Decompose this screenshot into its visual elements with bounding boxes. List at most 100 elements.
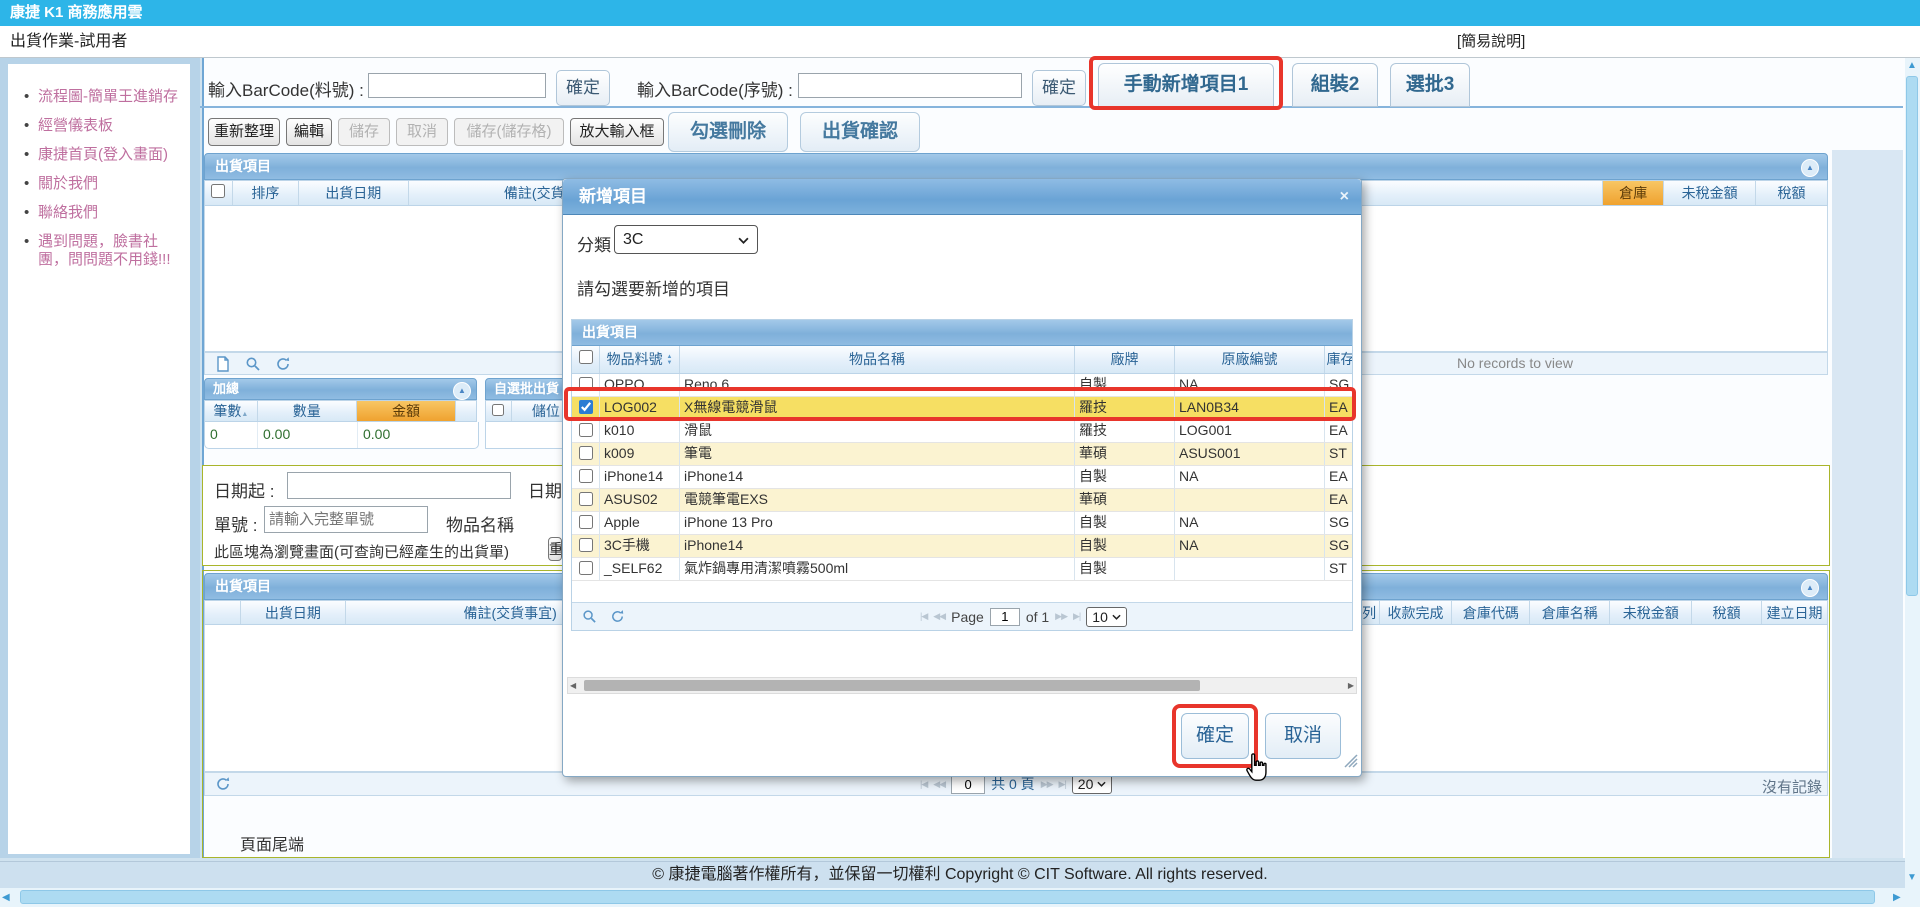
next-page-icon[interactable]: ▶▶ [1055, 611, 1067, 622]
modal-grid-row[interactable]: _SELF62氣炸鍋專用清潔噴霧500ml自製ST [572, 558, 1352, 581]
date-from-input[interactable] [287, 472, 511, 499]
row-checkbox[interactable] [579, 446, 593, 460]
barcode-serial-confirm-button[interactable]: 確定 [1032, 70, 1086, 106]
first-page-icon[interactable]: |◀ [920, 611, 927, 622]
scroll-left-icon[interactable]: ◀ [570, 681, 576, 690]
sidebar-item[interactable]: 聯絡我們 [22, 204, 184, 222]
grid1-col-shipdate[interactable]: 出貨日期 [299, 181, 409, 205]
sum-col-qty[interactable]: 數量 [258, 401, 357, 421]
ship-confirm-tab[interactable]: 出貨確認 [800, 112, 920, 152]
prev-page-icon[interactable]: ◀◀ [933, 779, 945, 790]
tab-assemble[interactable]: 組裝2 [1292, 63, 1378, 107]
sidebar-item[interactable]: 遇到問題，臉書社團，問問題不用錢!!! [22, 233, 184, 269]
first-page-icon[interactable]: |◀ [920, 779, 927, 790]
order-no-input[interactable] [264, 506, 428, 533]
reload-icon[interactable] [610, 609, 626, 625]
sidebar-item[interactable]: 經營儀表板 [22, 117, 184, 135]
grid2-pagesize-select[interactable]: 20 [1072, 774, 1113, 794]
scroll-left-icon[interactable]: ◀ [2, 892, 10, 903]
reload-icon[interactable] [275, 356, 291, 372]
sidebar-item[interactable]: 關於我們 [22, 175, 184, 193]
search-icon[interactable] [245, 356, 261, 372]
modal-grid-row[interactable]: 3C手機iPhone14自製NASG [572, 535, 1352, 558]
sum-panel-collapse-icon[interactable]: ▲ [453, 382, 471, 400]
sort-icon[interactable]: ▲▼ [666, 354, 672, 366]
date-to-label: 日期 [528, 477, 562, 502]
last-page-icon[interactable]: ▶| [1073, 611, 1080, 622]
grid1-col-warehouse[interactable]: 倉庫 [1603, 181, 1664, 205]
modal-grid-row[interactable]: ASUS02電競筆電EXS華碩EA [572, 489, 1352, 512]
modal-grid-row[interactable]: AppleiPhone 13 Pro自製NASG [572, 512, 1352, 535]
grid2-col-tax[interactable]: 稅額 [1692, 601, 1762, 624]
modal-col-code[interactable]: 物品料號 ▲▼ [600, 346, 680, 373]
next-page-icon[interactable]: ▶▶ [1041, 779, 1053, 790]
grid2-col-whcode[interactable]: 倉庫代碼 [1452, 601, 1530, 624]
modal-page-input[interactable] [990, 608, 1020, 626]
row-checkbox[interactable] [579, 561, 593, 575]
barcode-item-confirm-button[interactable]: 確定 [556, 70, 610, 106]
enlarge-input-button[interactable]: 放大輸入框 [570, 118, 664, 146]
prev-page-icon[interactable]: ◀◀ [933, 611, 945, 622]
modal-grid-row[interactable]: k009筆電華碩ASUS001ST [572, 443, 1352, 466]
grid1-col-sort[interactable]: 排序 [233, 181, 299, 205]
modal-col-name[interactable]: 物品名稱 [680, 346, 1075, 373]
modal-pagesize-select[interactable]: 10 [1086, 607, 1127, 627]
vertical-scrollbar[interactable]: ▲ ▼ [1905, 58, 1920, 888]
grid2-col-created[interactable]: 建立日期 [1762, 601, 1827, 624]
reload-icon[interactable] [215, 776, 231, 792]
search-icon[interactable] [582, 609, 598, 625]
tab-pick-batch[interactable]: 選批3 [1390, 63, 1470, 107]
grid1-col-tax[interactable]: 稅額 [1756, 181, 1827, 205]
resize-grip-icon[interactable] [1344, 754, 1358, 773]
close-icon[interactable]: × [1340, 179, 1349, 214]
row-checkbox[interactable] [579, 538, 593, 552]
grid2-page-input[interactable] [951, 775, 985, 794]
modal-horizontal-scrollbar[interactable]: ◀ ▶ [567, 677, 1357, 694]
grid2-col-whname[interactable]: 倉庫名稱 [1530, 601, 1610, 624]
modal-col-unit[interactable]: 庫存單位 [1325, 346, 1353, 373]
horizontal-scrollbar-thumb[interactable] [20, 890, 1875, 904]
refresh-button[interactable]: 重新整理 [208, 118, 280, 146]
barcode-serial-input[interactable] [798, 73, 1022, 98]
grid2-col-untaxed[interactable]: 未稅金額 [1610, 601, 1692, 624]
scroll-right-icon[interactable]: ▶ [1348, 681, 1354, 690]
modal-col-brand[interactable]: 廠牌 [1075, 346, 1175, 373]
row-checkbox[interactable] [579, 515, 593, 529]
browse-refresh-button-clipped[interactable]: 重 [548, 537, 562, 561]
grid1-collapse-icon[interactable]: ▲ [1801, 159, 1819, 177]
sum-col-count[interactable]: 筆數▲ [205, 401, 258, 421]
last-page-icon[interactable]: ▶| [1059, 779, 1066, 790]
grid2-col-payment[interactable]: 收款完成 [1380, 601, 1453, 624]
modal-grid-row[interactable]: iPhone14iPhone14自製NAEA [572, 466, 1352, 489]
grid1-col-untaxed[interactable]: 未稅金額 [1664, 181, 1756, 205]
horizontal-scrollbar[interactable]: ◀ ▶ [0, 888, 1920, 907]
help-link[interactable]: [簡易說明] [1457, 26, 1525, 57]
vertical-scrollbar-thumb[interactable] [1906, 76, 1918, 596]
row-checkbox[interactable] [579, 492, 593, 506]
category-select[interactable]: 3C [614, 225, 758, 254]
grid2-col-clipped[interactable]: 列 [1360, 601, 1380, 624]
sidebar-item[interactable]: 流程圖-簡單王進銷存 [22, 88, 184, 106]
grid2-col-shipdate[interactable]: 出貨日期 [241, 601, 346, 624]
modal-col-oem[interactable]: 原廠編號 [1175, 346, 1325, 373]
sum-col-amount[interactable]: 金額 [357, 401, 456, 421]
modal-scrollbar-thumb[interactable] [584, 680, 1200, 691]
dialog-titlebar[interactable]: 新增項目 × [563, 179, 1361, 215]
scroll-up-icon[interactable]: ▲ [1907, 60, 1917, 71]
modal-grid-row[interactable]: k010滑鼠羅技LOG001EA [572, 420, 1352, 443]
modal-selectall-checkbox[interactable] [579, 350, 593, 364]
edit-button[interactable]: 編輯 [286, 118, 332, 146]
check-delete-tab[interactable]: 勾選刪除 [668, 112, 788, 152]
new-record-icon[interactable] [215, 356, 231, 372]
grid1-selectall-checkbox[interactable] [211, 184, 225, 198]
scroll-right-icon[interactable]: ▶ [1893, 892, 1901, 903]
dialog-cancel-button[interactable]: 取消 [1265, 713, 1341, 759]
barcode-item-input[interactable] [368, 73, 546, 98]
scroll-down-icon[interactable]: ▼ [1907, 872, 1917, 883]
batch-selectall-checkbox[interactable] [492, 404, 504, 416]
row-checkbox[interactable] [579, 469, 593, 483]
row-checkbox[interactable] [579, 423, 593, 437]
grid2-col-blank [205, 601, 241, 624]
grid2-collapse-icon[interactable]: ▲ [1801, 579, 1819, 597]
sidebar-item[interactable]: 康捷首頁(登入畫面) [22, 146, 184, 164]
